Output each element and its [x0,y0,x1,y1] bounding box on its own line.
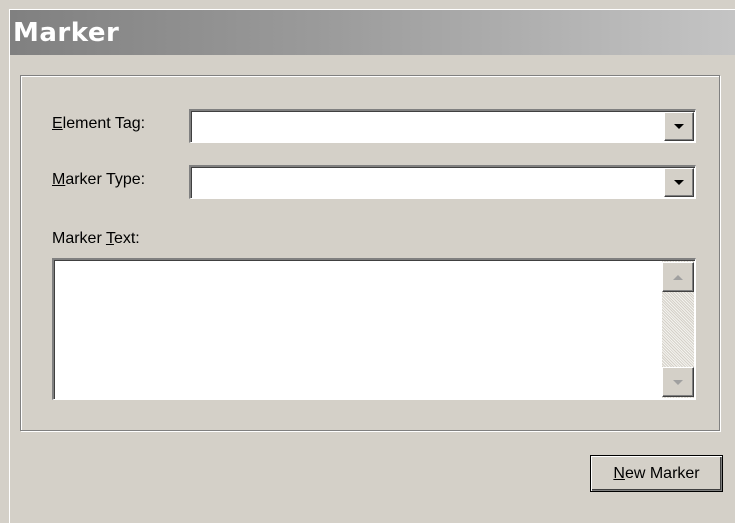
new-marker-button[interactable]: New Marker [590,455,723,492]
chevron-down-icon [674,124,684,129]
vertical-scrollbar[interactable] [662,261,694,398]
marker-type-dropdown-button[interactable] [664,168,694,197]
chevron-down-icon [674,180,684,185]
scroll-down-button[interactable] [662,367,694,397]
scroll-up-button[interactable] [662,262,694,292]
element-tag-label: Element Tag: [52,115,146,132]
marker-text-area[interactable] [52,258,696,400]
element-tag-combobox[interactable] [189,109,696,143]
marker-type-combobox[interactable] [189,165,696,199]
title-bar: Marker [10,10,735,55]
scroll-up-arrow-icon [673,274,683,280]
marker-text-label: Marker Text: [52,230,140,247]
scroll-down-arrow-icon [673,379,683,385]
panel-title: Marker [13,18,120,48]
marker-type-label: Marker Type: [52,171,146,188]
element-tag-dropdown-button[interactable] [664,112,694,141]
